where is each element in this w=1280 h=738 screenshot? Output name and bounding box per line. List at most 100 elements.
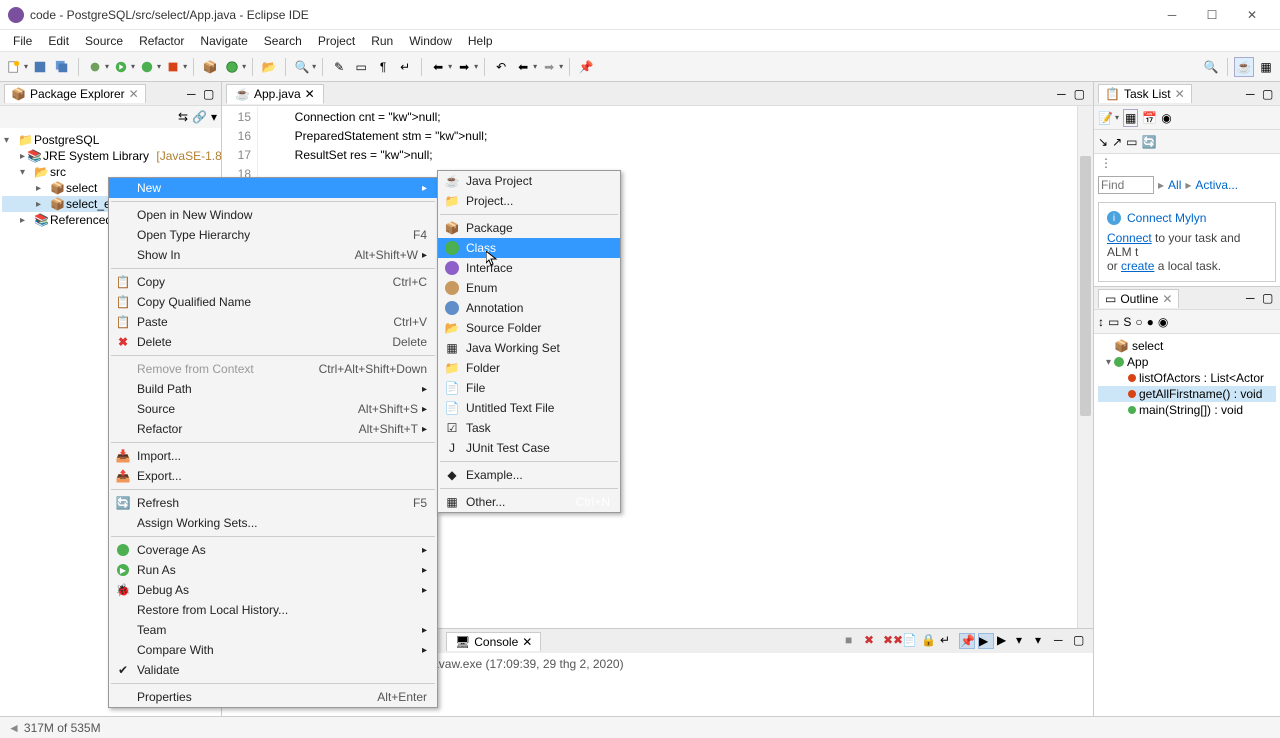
menu-item-refactor[interactable]: RefactorAlt+Shift+T▸ (109, 419, 437, 439)
console-tab[interactable]: 🖥 Console ✕ (446, 632, 541, 651)
menu-run[interactable]: Run (364, 32, 400, 50)
menu-item-folder[interactable]: 📁Folder (438, 358, 620, 378)
activate-link[interactable]: Activa... (1195, 178, 1238, 192)
tree-pkg-select-e[interactable]: select_e (66, 197, 111, 211)
toggle-mark-button[interactable]: ✎ (329, 57, 349, 77)
tree-referenced[interactable]: Referenced (50, 213, 112, 227)
terminate-icon[interactable]: ■ (845, 633, 861, 649)
close-icon[interactable]: ✕ (522, 635, 532, 649)
menu-file[interactable]: File (6, 32, 39, 50)
minimize-editor-icon[interactable]: ─ (1053, 87, 1070, 101)
menu-item-debug-as[interactable]: 🐞Debug As▸ (109, 580, 437, 600)
close-icon[interactable]: ✕ (305, 87, 315, 101)
menu-navigate[interactable]: Navigate (193, 32, 254, 50)
find-input[interactable] (1098, 176, 1154, 194)
filter-icon[interactable]: ▭ (1126, 135, 1137, 149)
saveall-button[interactable] (52, 57, 72, 77)
menu-item-java-project[interactable]: ☕Java Project (438, 171, 620, 191)
maximize-button[interactable]: ☐ (1192, 1, 1232, 29)
menu-refactor[interactable]: Refactor (132, 32, 191, 50)
expand-icon[interactable]: ↗ (1112, 135, 1122, 149)
menu-item-coverage-as[interactable]: Coverage As▸ (109, 540, 437, 560)
menu-item-interface[interactable]: Interface (438, 258, 620, 278)
minimize-pane-icon[interactable]: ─ (187, 87, 201, 101)
menu-item-export[interactable]: 📤Export... (109, 466, 437, 486)
debug-button[interactable] (85, 57, 105, 77)
menu-item-import[interactable]: 📥Import... (109, 446, 437, 466)
show-on-out-icon[interactable]: ▶ (978, 633, 994, 649)
task-list-tab[interactable]: 📋 Task List ✕ (1098, 84, 1192, 103)
menu-item-compare-with[interactable]: Compare With▸ (109, 640, 437, 660)
forward-button[interactable]: ➡ (539, 57, 559, 77)
collapse-icon[interactable]: ↘ (1098, 135, 1108, 149)
maximize-editor-icon[interactable]: ▢ (1070, 87, 1089, 101)
max-console-icon[interactable]: ▢ (1073, 633, 1089, 649)
max-icon[interactable]: ▢ (1262, 291, 1276, 305)
menu-item-new[interactable]: New▸☕Java Project📁Project...📦PackageClas… (109, 178, 437, 198)
menu-item-junit-test-case[interactable]: JJUnit Test Case (438, 438, 620, 458)
run-button[interactable] (111, 57, 131, 77)
ext-tools-button[interactable] (163, 57, 183, 77)
hide-local-icon[interactable]: ● (1147, 315, 1154, 329)
max-icon[interactable]: ▢ (1262, 87, 1276, 101)
display-selected-icon[interactable]: ▾ (1016, 633, 1032, 649)
quick-access-button[interactable]: 🔍 (1201, 57, 1221, 77)
menu-item-paste[interactable]: 📋PasteCtrl+V (109, 312, 437, 332)
close-icon[interactable]: ✕ (1162, 292, 1172, 306)
create-link[interactable]: create (1121, 259, 1154, 273)
vertical-scrollbar[interactable] (1077, 106, 1093, 628)
back-button[interactable]: ⬅ (513, 57, 533, 77)
menu-edit[interactable]: Edit (41, 32, 76, 50)
min-icon[interactable]: ─ (1246, 87, 1260, 101)
pin-button[interactable]: 📌 (576, 57, 596, 77)
categorized-icon[interactable]: ▦ (1123, 109, 1138, 127)
menu-item-refresh[interactable]: 🔄RefreshF5 (109, 493, 437, 513)
coverage-button[interactable] (137, 57, 157, 77)
all-link[interactable]: All (1168, 178, 1181, 192)
perspective-open-button[interactable]: ▦ (1256, 57, 1276, 77)
close-button[interactable]: ✕ (1232, 1, 1272, 29)
menu-item-validate[interactable]: ✔Validate (109, 660, 437, 680)
sort-icon[interactable]: ↕ (1098, 315, 1104, 329)
menu-item-other[interactable]: ▦Other...Ctrl+N (438, 492, 620, 512)
whitespace-button[interactable]: ¶ (373, 57, 393, 77)
focus-outline-icon[interactable]: ◉ (1158, 315, 1168, 329)
tree-pkg-select[interactable]: select (66, 181, 97, 195)
menu-item-open-in-new-window[interactable]: Open in New Window (109, 205, 437, 225)
focus-icon[interactable]: ◉ (1161, 111, 1171, 125)
menu-help[interactable]: Help (461, 32, 500, 50)
outline-tab[interactable]: ▭ Outline ✕ (1098, 289, 1179, 308)
remove-launch-icon[interactable]: ✖ (864, 633, 880, 649)
annotation-prev-button[interactable]: ⬅ (428, 57, 448, 77)
menu-search[interactable]: Search (257, 32, 309, 50)
tree-jre[interactable]: JRE System Library (43, 149, 149, 163)
menu-item-delete[interactable]: ✖DeleteDelete (109, 332, 437, 352)
remove-all-icon[interactable]: ✖✖ (883, 633, 899, 649)
sync-icon[interactable]: 🔄 (1141, 135, 1156, 149)
collapse-all-icon[interactable]: ⇆ (178, 110, 188, 124)
hide-fields-icon[interactable]: ▭ (1108, 315, 1119, 329)
outline-tree[interactable]: 📦select ▾App listOfActors : List<Actor g… (1094, 334, 1280, 422)
menu-item-untitled-text-file[interactable]: 📄Untitled Text File (438, 398, 620, 418)
menu-item-file[interactable]: 📄File (438, 378, 620, 398)
menu-item-task[interactable]: ☑Task (438, 418, 620, 438)
menu-item-package[interactable]: 📦Package (438, 218, 620, 238)
block-sel-button[interactable]: ▭ (351, 57, 371, 77)
minimize-button[interactable]: ─ (1152, 1, 1192, 29)
last-edit-button[interactable]: ↶ (491, 57, 511, 77)
menu-item-copy-qualified-name[interactable]: 📋Copy Qualified Name (109, 292, 437, 312)
menu-item-assign-working-sets[interactable]: Assign Working Sets... (109, 513, 437, 533)
menu-item-source-folder[interactable]: 📂Source Folder (438, 318, 620, 338)
menu-item-enum[interactable]: Enum (438, 278, 620, 298)
save-button[interactable] (30, 57, 50, 77)
menu-item-example[interactable]: ◆Example... (438, 465, 620, 485)
maximize-pane-icon[interactable]: ▢ (203, 87, 217, 101)
show-on-err-icon[interactable]: ▶ (997, 633, 1013, 649)
new-button[interactable] (4, 57, 24, 77)
menu-item-team[interactable]: Team▸ (109, 620, 437, 640)
scheduled-icon[interactable]: 📅 (1142, 111, 1157, 125)
editor-tab[interactable]: ☕ App.java ✕ (226, 84, 324, 104)
scroll-lock-icon[interactable]: 🔒 (921, 633, 937, 649)
word-wrap-icon[interactable]: ↵ (940, 633, 956, 649)
min-icon[interactable]: ─ (1246, 291, 1260, 305)
